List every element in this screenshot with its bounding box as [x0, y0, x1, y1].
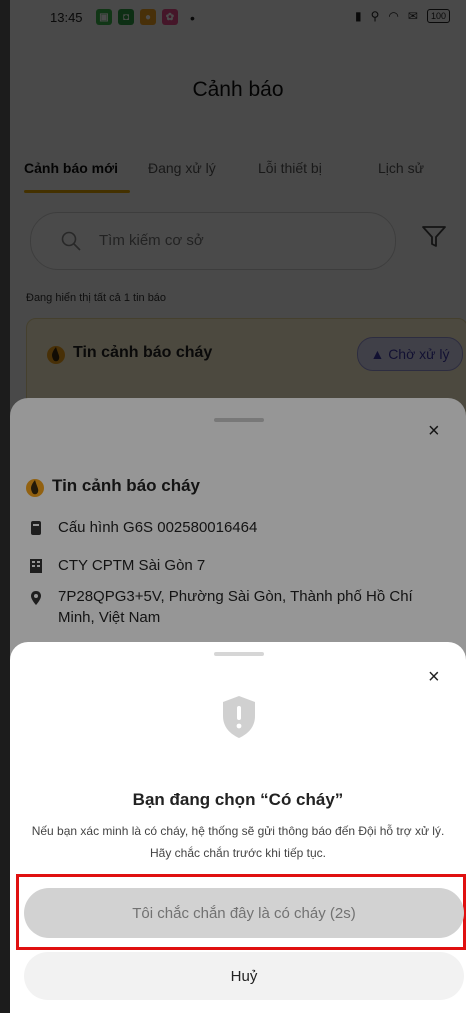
shield-alert-icon — [223, 696, 255, 738]
confirm-fire-sheet: × Bạn đang chọn “Có cháy” Nếu bạn xác mi… — [10, 642, 466, 1013]
app-screen: 13:45 ▣ ◘ ● ✿ • ▮ ⚲ ◠ ✉ 100 Cảnh báo Cản… — [10, 0, 466, 1013]
cancel-button[interactable]: Huỷ — [24, 952, 464, 1000]
close-icon[interactable]: × — [428, 666, 440, 689]
confirm-fire-button[interactable]: Tôi chắc chắn đây là có cháy (2s) — [24, 888, 464, 938]
device-frame-edge — [0, 0, 10, 1013]
confirm-description: Nếu bạn xác minh là có cháy, hệ thống sẽ… — [31, 824, 445, 860]
confirm-title: Bạn đang chọn “Có cháy” — [132, 790, 344, 809]
drag-handle[interactable] — [214, 652, 264, 656]
